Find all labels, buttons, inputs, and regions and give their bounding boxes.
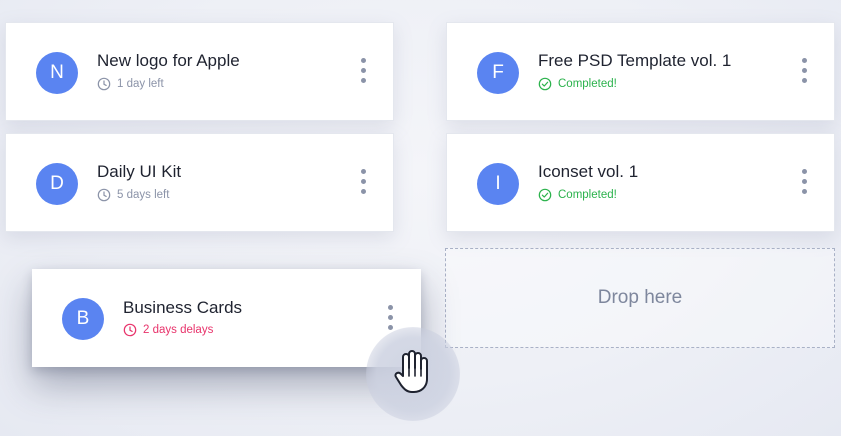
clock-icon [97, 188, 111, 202]
task-status: Completed! [538, 77, 617, 91]
check-circle-icon [538, 188, 552, 202]
task-status-text: Completed! [558, 78, 617, 90]
more-options-button[interactable] [355, 169, 371, 201]
task-card-new-logo[interactable]: N New logo for Apple 1 day left [5, 22, 394, 121]
avatar: B [62, 298, 104, 340]
drop-zone-label: Drop here [597, 287, 683, 308]
more-options-button[interactable] [796, 58, 812, 90]
task-title: New logo for Apple [97, 51, 240, 70]
task-card-daily-ui-kit[interactable]: D Daily UI Kit 5 days left [5, 133, 394, 232]
task-status: Completed! [538, 188, 617, 202]
task-title: Iconset vol. 1 [538, 162, 639, 181]
more-options-button[interactable] [355, 58, 371, 90]
task-status-text: Completed! [558, 189, 617, 201]
task-status-text: 2 days delays [143, 324, 214, 336]
task-card-iconset[interactable]: I Iconset vol. 1 Completed! [446, 133, 835, 232]
task-title: Daily UI Kit [97, 162, 182, 181]
task-card-business-cards-dragging[interactable]: B Business Cards 2 days delays [32, 269, 421, 367]
drop-zone[interactable]: Drop here [445, 248, 835, 348]
task-status-text: 1 day left [117, 78, 164, 90]
avatar: I [477, 163, 519, 205]
task-status-text: 5 days left [117, 189, 170, 201]
more-options-button[interactable] [796, 169, 812, 201]
avatar: D [36, 163, 78, 205]
clock-icon [97, 77, 111, 91]
task-status: 1 day left [97, 77, 164, 91]
task-status: 5 days left [97, 188, 169, 202]
avatar: F [477, 52, 519, 94]
task-status: 2 days delays [123, 323, 213, 337]
clock-icon [123, 323, 137, 337]
task-card-free-psd[interactable]: F Free PSD Template vol. 1 Completed! [446, 22, 835, 121]
task-title: Free PSD Template vol. 1 [538, 51, 732, 70]
hand-grab-cursor-icon [394, 350, 428, 393]
avatar: N [36, 52, 78, 94]
task-title: Business Cards [123, 298, 243, 317]
check-circle-icon [538, 77, 552, 91]
